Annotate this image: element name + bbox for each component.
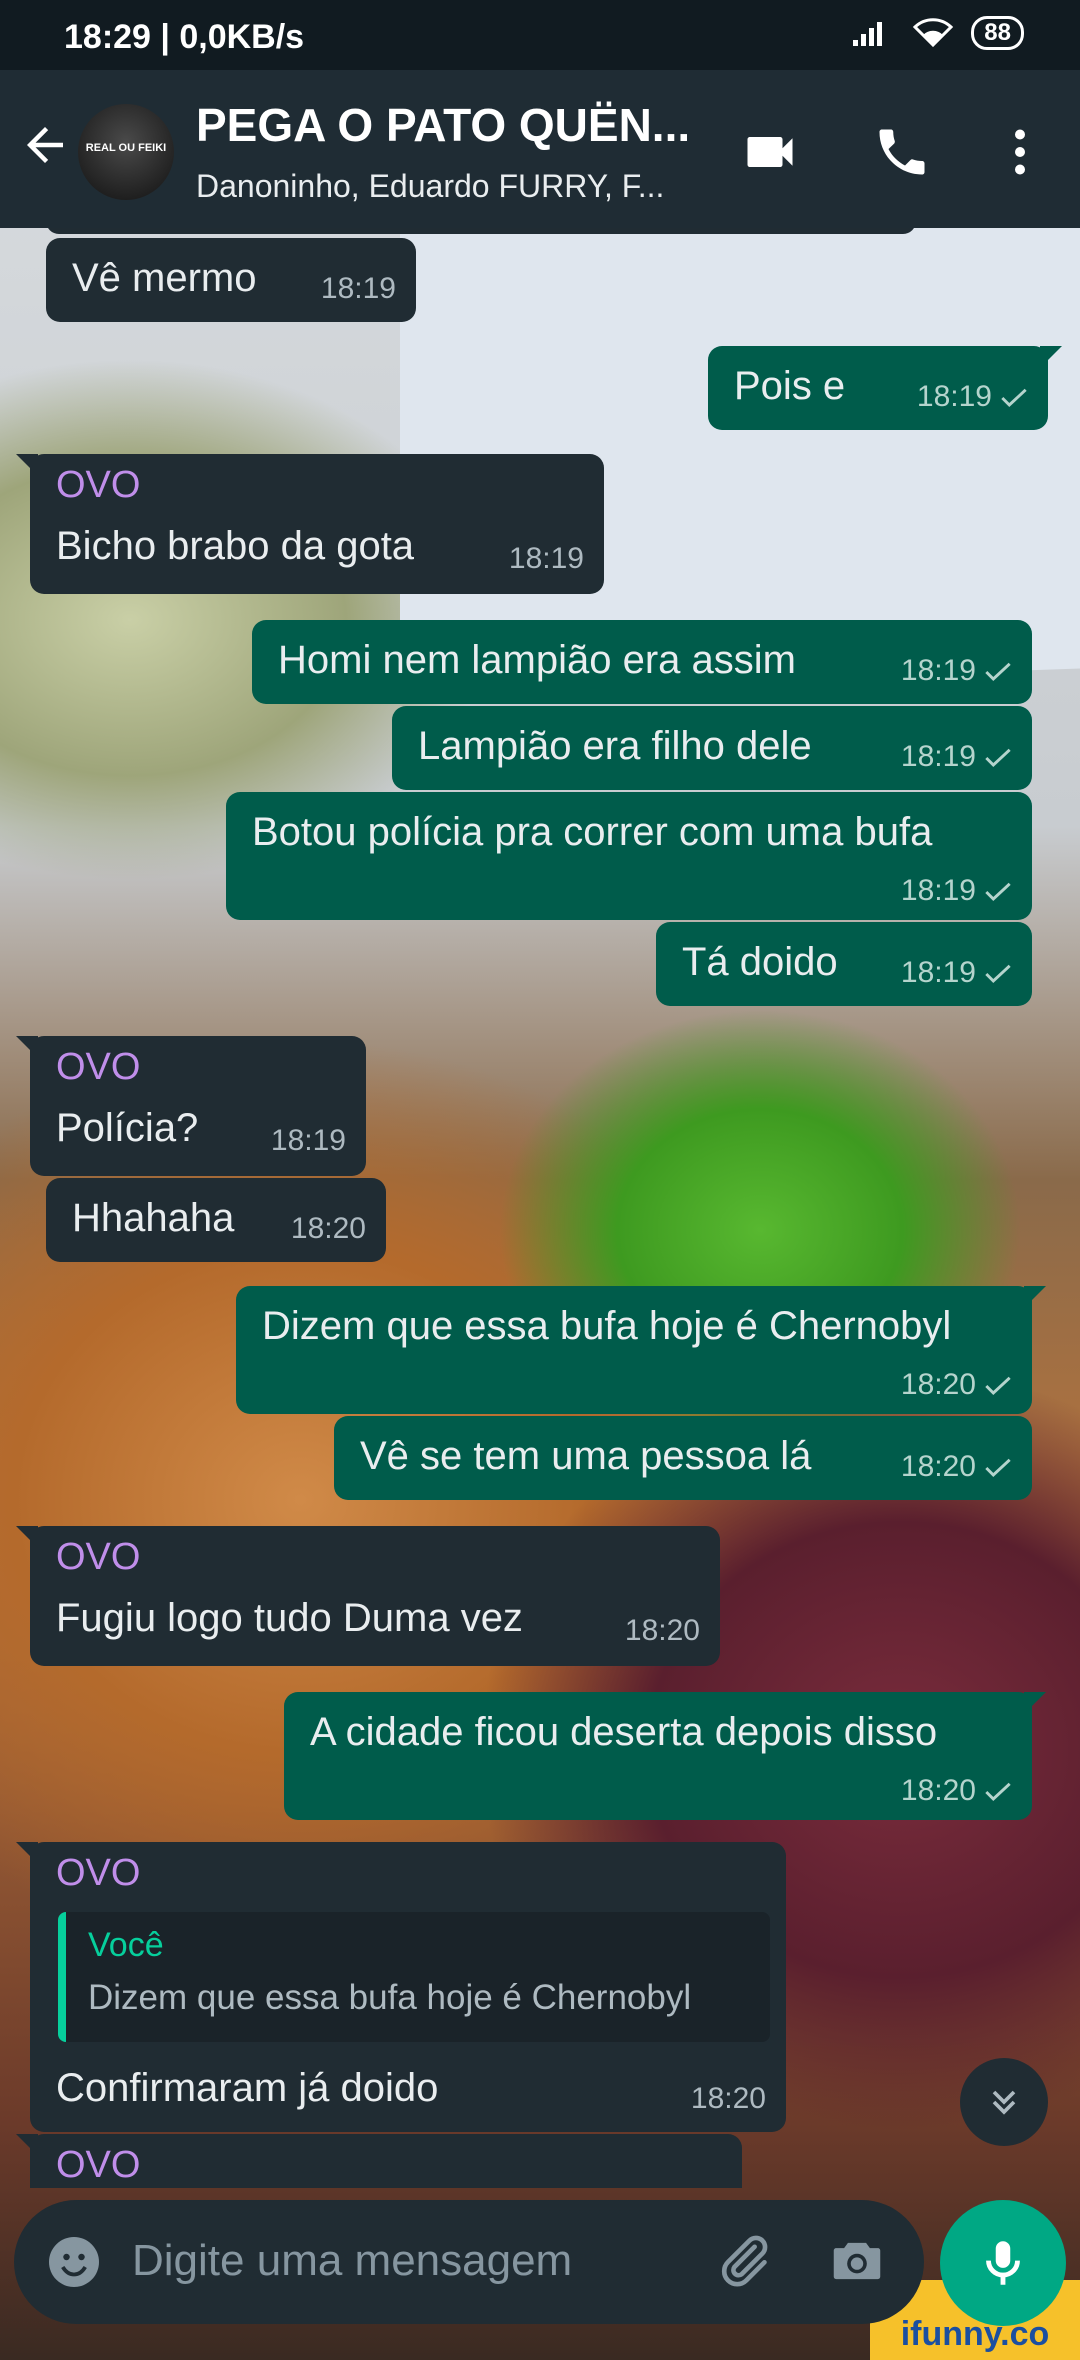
message-bubble-incoming[interactable]: OVO Fugiu logo tudo Duma vez 18:20 — [16, 1526, 720, 1666]
scroll-to-bottom-button[interactable] — [960, 2058, 1048, 2146]
check-icon — [985, 1458, 1011, 1478]
check-icon — [985, 662, 1011, 682]
message-bubble-outgoing[interactable]: Dizem que essa bufa hoje é Chernobyl 18:… — [236, 1286, 1046, 1414]
arrow-left-icon[interactable] — [18, 118, 72, 172]
message-text: Dizem que essa bufa hoje é Chernobyl — [262, 1304, 952, 1348]
message-text: Hhahaha — [72, 1196, 235, 1240]
mic-button[interactable] — [940, 2200, 1066, 2326]
message-text: Lampião era filho dele — [418, 724, 812, 768]
message-time: 18:20 — [900, 1774, 976, 1807]
message-bubble-incoming[interactable]: OVO Bicho brabo da gota 18:19 — [16, 454, 604, 594]
more-vert-icon[interactable] — [990, 122, 1050, 182]
message-bubble-incoming-reply[interactable]: OVO Você Dizem que essa bufa hoje é Cher… — [16, 1842, 786, 2132]
group-avatar[interactable]: REAL OU FEIKI — [78, 104, 174, 200]
message-time: 18:20 — [690, 2082, 766, 2115]
message-time: 18:20 — [290, 1212, 366, 1245]
wifi-icon — [913, 18, 954, 48]
message-sender[interactable]: OVO — [56, 1536, 140, 1579]
message-text: A cidade ficou deserta depois disso — [310, 1710, 938, 1754]
message-bubble-outgoing[interactable]: A cidade ficou deserta depois disso 18:2… — [284, 1692, 1046, 1820]
message-meta: 18:19 — [901, 874, 1012, 908]
phone-icon[interactable] — [872, 122, 932, 182]
message-time: 18:20 — [900, 1450, 976, 1483]
message-list[interactable]: Vê mermo 18:19 Pois e 18:19 OVO Bicho br… — [0, 228, 1080, 2188]
message-bubble-incoming[interactable]: Hhahaha 18:20 — [46, 1178, 386, 1262]
message-text: Homi nem lampião era assim — [278, 638, 796, 682]
message-input[interactable]: Digite uma mensagem — [132, 2236, 572, 2286]
check-icon — [985, 1782, 1011, 1802]
avatar-text: REAL OU FEIKI — [85, 142, 167, 154]
message-time: 18:19 — [508, 542, 584, 575]
message-time: 18:20 — [624, 1614, 700, 1647]
camera-icon[interactable] — [826, 2230, 888, 2292]
group-title[interactable]: PEGA O PATO QUËN... — [196, 98, 690, 152]
message-time: 18:19 — [320, 272, 396, 305]
signal-icon — [853, 22, 883, 46]
message-meta: 18:20 — [901, 1774, 1012, 1808]
quoted-message[interactable]: Você Dizem que essa bufa hoje é Chernoby… — [58, 1912, 770, 2042]
message-meta: 18:20 — [901, 1450, 1012, 1484]
message-bubble-incoming[interactable]: Vê mermo 18:19 — [46, 238, 416, 322]
mic-icon — [986, 2241, 1020, 2285]
message-text: Polícia? — [56, 1106, 199, 1150]
message-meta: 18:19 — [901, 956, 1012, 990]
message-time: 18:19 — [900, 740, 976, 773]
message-sender[interactable]: OVO — [56, 1852, 140, 1895]
message-time: 18:19 — [916, 380, 992, 413]
message-time: 18:20 — [900, 1368, 976, 1401]
message-text: Vê mermo — [72, 256, 257, 300]
message-bubble-outgoing[interactable]: Botou polícia pra correr com uma bufa 18… — [226, 792, 1032, 920]
group-members[interactable]: Danoninho, Eduardo FURRY, F... — [196, 168, 664, 205]
quoted-author: Você — [88, 1926, 164, 1964]
message-text: Tá doido — [682, 940, 838, 984]
message-text: Bicho brabo da gota — [56, 524, 415, 568]
status-icons: 88 — [851, 16, 1024, 50]
message-text: Vê se tem uma pessoa lá — [360, 1434, 812, 1478]
check-icon — [985, 964, 1011, 984]
check-icon — [985, 882, 1011, 902]
message-composer[interactable]: Digite uma mensagem — [14, 2200, 924, 2324]
message-meta: 18:19 — [901, 740, 1012, 774]
message-bubble-outgoing[interactable]: Pois e 18:19 — [708, 346, 1062, 430]
message-time: 18:19 — [900, 654, 976, 687]
video-call-icon[interactable] — [740, 122, 800, 182]
quoted-text: Dizem que essa bufa hoje é Chernobyl — [88, 1978, 692, 2017]
chat-header[interactable]: REAL OU FEIKI PEGA O PATO QUËN... Danoni… — [0, 70, 1080, 228]
battery-indicator: 88 — [971, 16, 1024, 50]
status-time: 18:29 | 0,0KB/s — [64, 18, 305, 56]
check-icon — [985, 1376, 1011, 1396]
message-text: Fugiu logo tudo Duma vez — [56, 1596, 523, 1640]
message-time: 18:19 — [900, 874, 976, 907]
message-meta: 18:20 — [901, 1368, 1012, 1402]
message-text: Confirmaram já doido — [56, 2066, 439, 2110]
message-sender[interactable]: OVO — [56, 2144, 140, 2187]
message-bubble-incoming[interactable]: OVO Polícia? 18:19 — [16, 1036, 366, 1176]
message-bubble-outgoing[interactable]: Tá doido 18:19 — [656, 922, 1032, 1006]
double-chevron-down-icon — [992, 2090, 1016, 2115]
message-bubble-partial — [46, 228, 916, 234]
message-sender[interactable]: OVO — [56, 464, 140, 507]
status-bar: 18:29 | 0,0KB/s 88 — [0, 0, 1080, 70]
message-text: Botou polícia pra correr com uma bufa — [252, 810, 933, 854]
message-bubble-outgoing[interactable]: Lampião era filho dele 18:19 — [392, 706, 1032, 790]
message-bubble-outgoing[interactable]: Homi nem lampião era assim 18:19 — [252, 620, 1032, 704]
attach-icon[interactable] — [712, 2230, 774, 2292]
check-icon — [985, 748, 1011, 768]
message-bubble-incoming[interactable]: OVO — [16, 2134, 742, 2188]
message-meta: 18:19 — [917, 380, 1028, 414]
message-time: 18:19 — [900, 956, 976, 989]
message-bubble-outgoing[interactable]: Vê se tem uma pessoa lá 18:20 — [334, 1416, 1032, 1500]
message-text: Pois e — [734, 364, 846, 408]
check-icon — [1001, 388, 1027, 408]
message-time: 18:19 — [270, 1124, 346, 1157]
emoji-icon[interactable] — [44, 2232, 104, 2292]
message-meta: 18:19 — [901, 654, 1012, 688]
message-sender[interactable]: OVO — [56, 1046, 140, 1089]
